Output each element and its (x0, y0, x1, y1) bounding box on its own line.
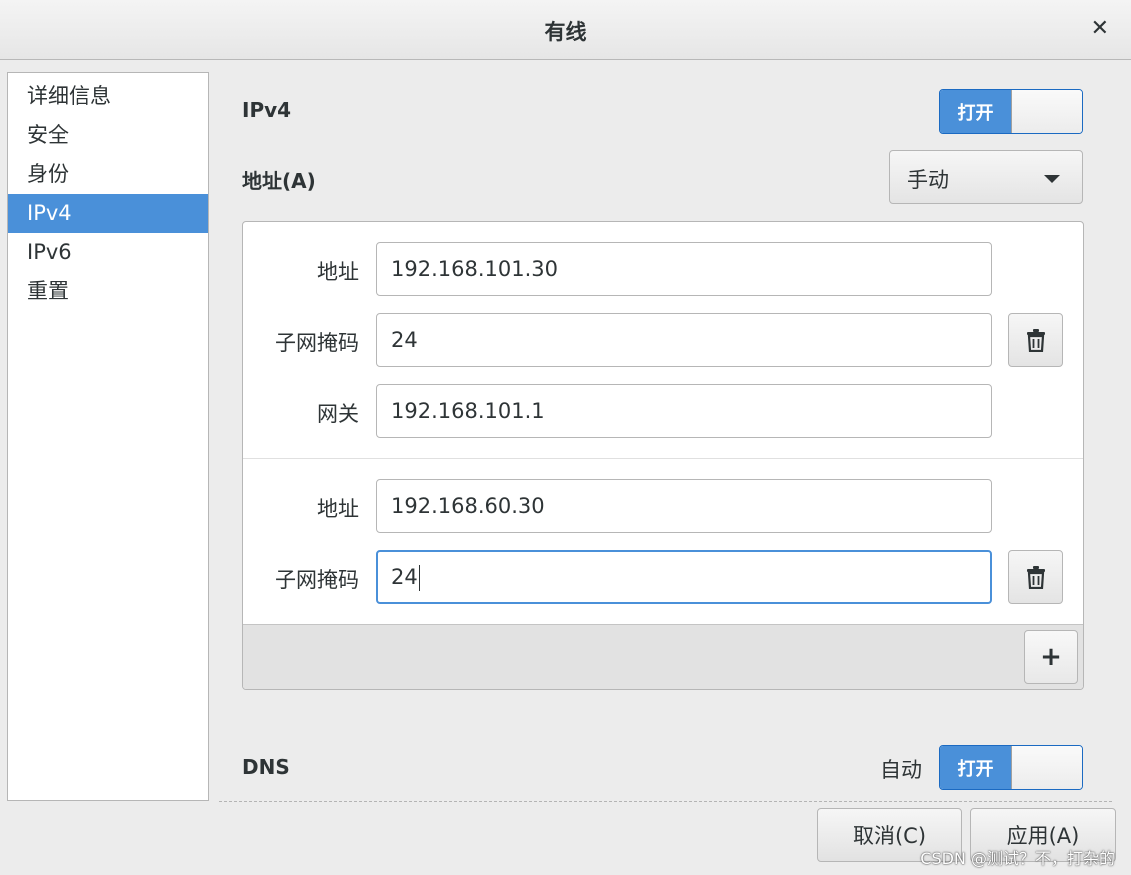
address-heading: 地址(A) (242, 169, 316, 193)
address-label: 地址 (317, 497, 359, 521)
netmask-label: 子网掩码 (275, 568, 359, 592)
sidebar-item-ipv6[interactable]: IPv6 (8, 233, 208, 272)
close-icon[interactable]: ✕ (1091, 14, 1109, 44)
address-label: 地址 (317, 260, 359, 284)
address-list: 地址 192.168.101.30 子网掩码 24 网关 192.168.101… (242, 221, 1084, 690)
trash-icon (1026, 329, 1045, 352)
address-field[interactable]: 192.168.101.30 (376, 242, 992, 296)
divider (243, 458, 1083, 459)
dns-heading: DNS (242, 755, 290, 779)
netmask-field[interactable]: 24 (376, 313, 992, 367)
sidebar-item-reset[interactable]: 重置 (8, 272, 208, 311)
trash-icon (1026, 566, 1045, 589)
delete-address-button[interactable] (1008, 313, 1063, 367)
window-title: 有线 (544, 20, 587, 44)
sidebar-item-identity[interactable]: 身份 (8, 155, 208, 194)
netmask-label: 子网掩码 (275, 331, 359, 355)
dns-auto-label: 自动 (880, 758, 922, 782)
ipv4-toggle-knob (1011, 90, 1082, 133)
chevron-down-icon (1044, 175, 1060, 183)
ipv4-toggle-label: 打开 (940, 90, 1011, 133)
dns-toggle-label: 打开 (940, 746, 1011, 789)
method-dropdown[interactable]: 手动 (889, 150, 1083, 204)
address-field[interactable]: 192.168.60.30 (376, 479, 992, 533)
watermark: CSDN @测试？不，打杂的 (920, 849, 1115, 868)
ipv4-heading: IPv4 (242, 98, 292, 122)
sidebar-item-ipv4[interactable]: IPv4 (8, 194, 208, 233)
sidebar-item-details[interactable]: 详细信息 (8, 77, 208, 116)
address-list-footer (243, 624, 1083, 689)
method-dropdown-value: 手动 (907, 168, 949, 192)
plus-icon: + (1040, 642, 1062, 672)
ipv4-toggle[interactable]: 打开 (939, 89, 1083, 134)
sidebar-item-security[interactable]: 安全 (8, 116, 208, 155)
gateway-field[interactable]: 192.168.101.1 (376, 384, 992, 438)
gateway-label: 网关 (317, 402, 359, 426)
dns-auto-toggle[interactable]: 打开 (939, 745, 1083, 790)
netmask-value: 24 (391, 565, 418, 589)
text-caret (418, 565, 420, 591)
scroll-edge-divider (219, 801, 1112, 802)
add-address-button[interactable]: + (1024, 630, 1078, 684)
delete-address-button[interactable] (1008, 550, 1063, 604)
sidebar: 详细信息 安全 身份 IPv4 IPv6 重置 (7, 72, 209, 801)
netmask-field-focused[interactable]: 24 (376, 550, 992, 604)
dns-toggle-knob (1011, 746, 1082, 789)
title-bar: 有线 ✕ (0, 0, 1131, 60)
